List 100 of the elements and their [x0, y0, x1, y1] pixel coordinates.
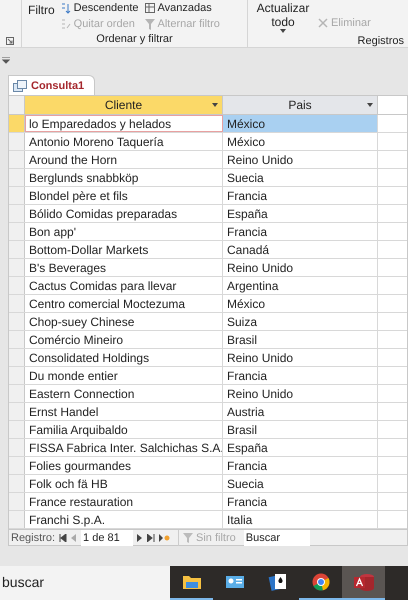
- group-title: Ordenar y filtrar: [95, 32, 174, 47]
- table-cell: Francia: [223, 367, 378, 384]
- record-position-field[interactable]: 1 de 81: [81, 530, 134, 546]
- row-selector[interactable]: [9, 367, 25, 384]
- column-header[interactable]: Cliente: [25, 96, 223, 114]
- select-all-corner[interactable]: [9, 96, 25, 114]
- table-cell: France restauration: [25, 493, 223, 510]
- browser-icon: [312, 572, 330, 591]
- grid-icon: [144, 3, 154, 13]
- table-cell: Italia: [223, 511, 378, 528]
- funnel-icon: [144, 18, 154, 30]
- table-cell: Centro comercial Moctezuma: [25, 295, 223, 312]
- row-selector[interactable]: [9, 457, 25, 474]
- dialog-launcher-icon[interactable]: [6, 37, 14, 45]
- row-selector[interactable]: [9, 115, 25, 132]
- table-cell: España: [223, 439, 378, 456]
- table-cell: México: [223, 295, 378, 312]
- row-selector[interactable]: [9, 241, 25, 258]
- table-cell: Chop-suey Chinese: [25, 313, 223, 330]
- caret-icon: [280, 29, 286, 33]
- table-cell: Blondel père et fils: [25, 187, 223, 204]
- table-cell: Bólido Comidas preparadas: [25, 205, 223, 222]
- playing-cards-icon: [268, 572, 288, 591]
- filter-button[interactable]: Filtro: [28, 1, 55, 19]
- previous-record-icon[interactable]: [71, 534, 78, 542]
- row-selector[interactable]: [9, 223, 25, 240]
- table-cell: Reino Unido: [223, 349, 378, 366]
- table-cell: Argentina: [223, 277, 378, 294]
- customize-icon[interactable]: [2, 57, 10, 64]
- sort-descending-button[interactable]: Descendente: [60, 1, 138, 15]
- table-cell: Brasil: [223, 421, 378, 438]
- table-cell: Folies gourmandes: [25, 457, 223, 474]
- advanced-button[interactable]: Avanzadas: [144, 1, 220, 15]
- row-selector[interactable]: [9, 403, 25, 420]
- dropdown-arrow-icon[interactable]: [212, 103, 218, 108]
- group-title: Registros: [356, 34, 405, 49]
- table-cell: B's Beverages: [25, 259, 223, 276]
- row-selector[interactable]: [9, 349, 25, 366]
- row-selector[interactable]: [9, 511, 25, 528]
- table-cell: Austria: [223, 403, 378, 420]
- table-cell: Ernst Handel: [25, 403, 223, 420]
- table-cell: Francia: [223, 493, 378, 510]
- table-cell: Reino Unido: [223, 385, 378, 402]
- taskbar-search-field[interactable]: buscar: [0, 566, 170, 600]
- table-cell: México: [223, 133, 378, 150]
- row-selector[interactable]: [9, 331, 25, 348]
- row-selector[interactable]: [9, 475, 25, 492]
- refresh-all-button[interactable]: Actualizar todo: [254, 1, 312, 33]
- table-cell: Eastern Connection: [25, 385, 223, 402]
- table-cell: Francia: [223, 187, 378, 204]
- row-selector[interactable]: [9, 133, 25, 150]
- row-selector[interactable]: [9, 295, 25, 312]
- new-record-icon[interactable]: [159, 534, 170, 542]
- table-cell: Cactus Comidas para llevar: [25, 277, 223, 294]
- table-cell: Bon app': [25, 223, 223, 240]
- table-cell: Brasil: [223, 331, 378, 348]
- last-record-icon[interactable]: [147, 534, 156, 542]
- row-selector[interactable]: [9, 205, 25, 222]
- folder-icon: [182, 574, 202, 590]
- search-field[interactable]: Buscar: [244, 530, 310, 546]
- row-selector[interactable]: [9, 439, 25, 456]
- table-cell: España: [223, 205, 378, 222]
- table-cell: Suiza: [223, 313, 378, 330]
- table-cell: México: [223, 115, 378, 132]
- table-cell: Francia: [223, 457, 378, 474]
- row-selector[interactable]: [9, 169, 25, 186]
- row-selector[interactable]: [9, 187, 25, 204]
- next-record-icon[interactable]: [137, 534, 144, 542]
- table-cell: Reino Unido: [223, 151, 378, 168]
- close-icon: [318, 18, 328, 28]
- tab-title: Consulta1: [31, 78, 84, 94]
- table-cell: Suecia: [223, 169, 378, 186]
- table-cell: Folk och fä HB: [25, 475, 223, 492]
- row-selector[interactable]: [9, 277, 25, 294]
- table-cell: Familia Arquibaldo: [25, 421, 223, 438]
- table-cell: Bottom-Dollar Markets: [25, 241, 223, 258]
- sort-descending-icon: [60, 2, 71, 14]
- table-cell: Around the Horn: [25, 151, 223, 168]
- table-cell: Franchi S.p.A.: [25, 511, 223, 528]
- table-cell: Suecia: [223, 475, 378, 492]
- row-selector[interactable]: [9, 421, 25, 438]
- row-selector[interactable]: [9, 385, 25, 402]
- table-cell: Antonio Moreno Taquería: [25, 133, 223, 150]
- dropdown-arrow-icon[interactable]: [367, 103, 373, 108]
- row-selector[interactable]: [9, 259, 25, 276]
- row-selector[interactable]: [9, 313, 25, 330]
- row-selector[interactable]: [9, 493, 25, 510]
- card-icon: [224, 574, 244, 590]
- database-icon: [352, 572, 374, 591]
- table-cell: Reino Unido: [223, 259, 378, 276]
- clear-sort-icon: [60, 18, 71, 30]
- table-cell: Du monde entier: [25, 367, 223, 384]
- record-label: Registro:: [11, 530, 56, 546]
- table-cell: lo Emparedados y helados: [25, 115, 223, 132]
- row-selector[interactable]: [9, 151, 25, 168]
- first-record-icon[interactable]: [59, 534, 68, 542]
- table-cell: Berglunds snabbköp: [25, 169, 223, 186]
- document-tab[interactable]: Consulta1: [8, 75, 96, 96]
- column-header[interactable]: Pais: [223, 96, 378, 114]
- funnel-icon: [183, 532, 194, 543]
